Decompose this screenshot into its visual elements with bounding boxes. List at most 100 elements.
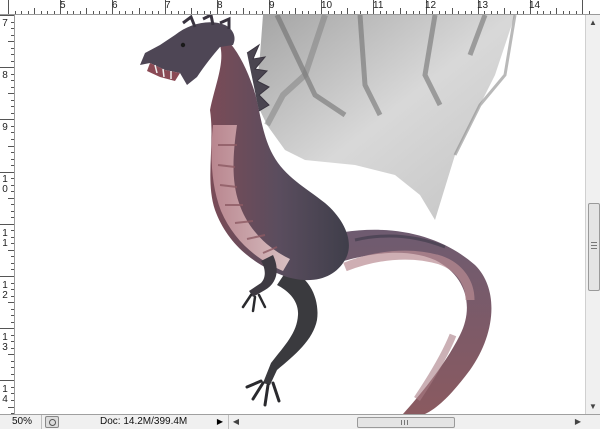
ruler-tick (8, 354, 14, 355)
ruler-tick (0, 328, 14, 329)
document-size-info: Doc: 14.2M/399.4M (100, 416, 188, 427)
ruler-tick (354, 11, 355, 14)
ruler-tick (563, 11, 564, 14)
ruler-tick (550, 11, 551, 14)
zoom-level-field[interactable]: 50% (0, 415, 42, 429)
ruler-tick (484, 11, 485, 14)
ruler-tick (171, 11, 172, 14)
ruler-tick (543, 11, 544, 14)
ruler-tick (11, 139, 14, 140)
vertical-ruler[interactable]: 7 8 9 10 11 12 13 14 (0, 15, 15, 414)
horizontal-ruler[interactable]: 5 6 7 8 9 10 11 12 13 14 (0, 0, 600, 15)
ruler-tick (11, 341, 14, 342)
ruler-tick (11, 283, 14, 284)
ruler-tick (11, 35, 14, 36)
ruler-tick (504, 8, 505, 14)
ruler-tick (439, 11, 440, 14)
scroll-up-button[interactable]: ▲ (586, 15, 600, 30)
ruler-tick (86, 8, 87, 14)
ruler-label: 7 (165, 0, 171, 11)
ruler-tick (0, 119, 14, 120)
ruler-label: 12 (425, 0, 437, 11)
ruler-tick (537, 11, 538, 14)
ruler-tick (47, 11, 48, 14)
ruler-tick (11, 61, 14, 62)
ruler-tick (11, 361, 14, 362)
ruler-tick (15, 11, 16, 14)
right-triangle-icon: ▶ (216, 417, 224, 426)
ruler-tick (67, 11, 68, 14)
scroll-left-button[interactable]: ◀ (229, 415, 243, 429)
grip-line (407, 420, 408, 425)
ruler-tick (367, 11, 368, 14)
ruler-tick (223, 11, 224, 14)
ruler-tick (204, 11, 205, 14)
ruler-tick (184, 11, 185, 14)
ruler-tick (11, 393, 14, 394)
ruler-tick (11, 400, 14, 401)
ruler-tick (413, 11, 414, 14)
horizontal-scroll-thumb[interactable] (357, 417, 455, 428)
ruler-tick (8, 302, 14, 303)
ruler-tick (8, 93, 14, 94)
ruler-tick (11, 374, 14, 375)
ruler-tick (556, 8, 557, 14)
ruler-tick (380, 11, 381, 14)
scroll-down-button[interactable]: ▼ (586, 399, 600, 414)
ruler-tick (11, 106, 14, 107)
ruler-tick (445, 11, 446, 14)
grip-line (401, 420, 402, 425)
ruler-tick (132, 11, 133, 14)
ruler-tick (11, 165, 14, 166)
ruler-tick (0, 224, 14, 225)
ruler-tick (8, 146, 14, 147)
ruler-tick (491, 11, 492, 14)
grip-line (591, 242, 597, 243)
ruler-tick (11, 100, 14, 101)
ruler-label: 10 (2, 174, 8, 195)
ruler-tick (41, 11, 42, 14)
ruler-tick (0, 380, 14, 381)
ruler-tick (145, 11, 146, 14)
ruler-tick (289, 11, 290, 14)
vertical-scroll-thumb[interactable] (588, 203, 600, 291)
ruler-tick (11, 74, 14, 75)
ruler-tick (458, 11, 459, 14)
ruler-label: 9 (2, 122, 8, 133)
ruler-label: 7 (2, 18, 8, 29)
ruler-label: 14 (2, 384, 8, 405)
ruler-tick (249, 11, 250, 14)
grip-line (404, 420, 405, 425)
ruler-label: 11 (373, 0, 384, 11)
horizontal-scrollbar[interactable]: ◀ ▶ (228, 415, 585, 429)
ruler-tick (119, 11, 120, 14)
ruler-tick (347, 8, 348, 14)
ruler-label: 10 (321, 0, 333, 11)
ruler-tick (152, 11, 153, 14)
ruler-tick (419, 11, 420, 14)
ruler-tick (8, 407, 14, 408)
ruler-tick (576, 11, 577, 14)
status-menu-button[interactable]: ▶ (214, 415, 226, 429)
ruler-tick (11, 367, 14, 368)
ruler-tick (11, 178, 14, 179)
ruler-tick (0, 15, 14, 16)
status-info-icon[interactable] (45, 416, 59, 428)
ruler-tick (510, 11, 511, 14)
ruler-tick (406, 11, 407, 14)
ruler-tick (11, 152, 14, 153)
down-arrow-icon: ▼ (589, 402, 597, 411)
ruler-label: 14 (529, 0, 541, 11)
ruler-label: 13 (2, 332, 8, 353)
ruler-tick (80, 11, 81, 14)
vertical-scrollbar[interactable]: ▲ ▼ (585, 15, 600, 414)
ruler-tick (11, 80, 14, 81)
ruler-tick (99, 11, 100, 14)
ruler-tick (54, 11, 55, 14)
ruler-tick (158, 11, 159, 14)
scroll-right-button[interactable]: ▶ (571, 415, 585, 429)
ruler-tick (21, 11, 22, 14)
document-canvas[interactable] (15, 15, 585, 414)
ruler-tick (11, 256, 14, 257)
ruler-tick (11, 191, 14, 192)
